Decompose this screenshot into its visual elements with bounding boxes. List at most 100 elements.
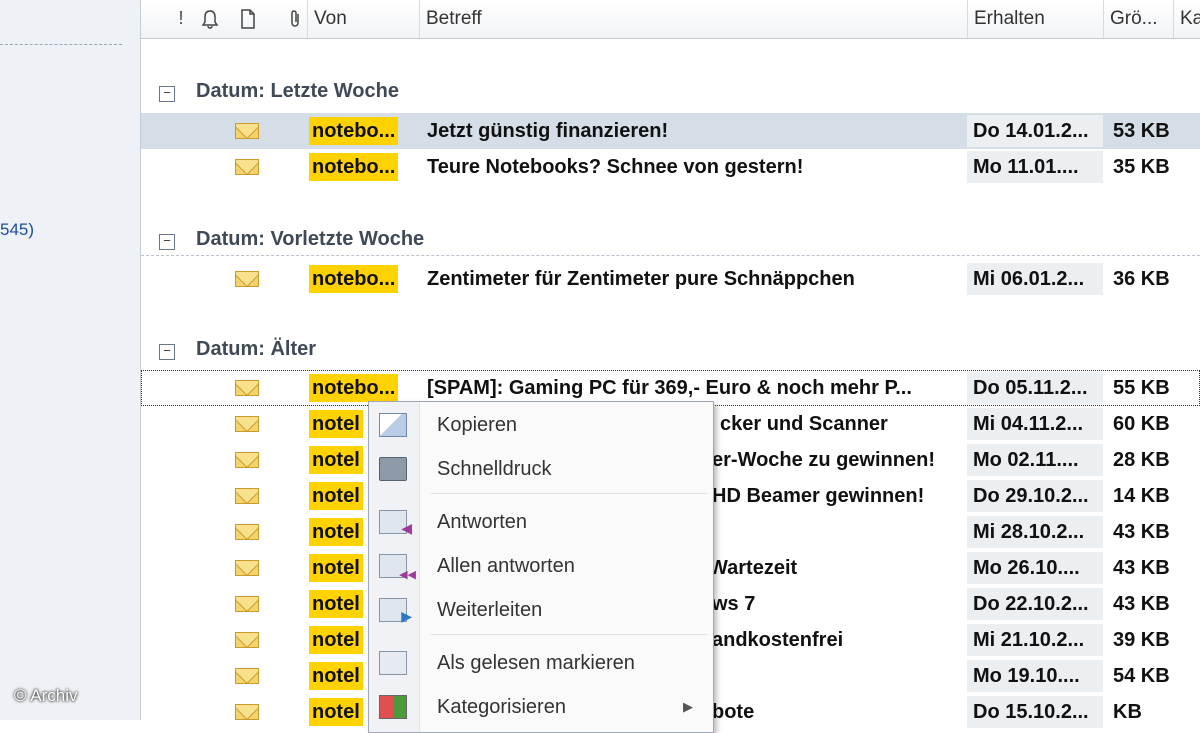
received-date: Do 29.10.2... bbox=[967, 480, 1103, 512]
sender: notel bbox=[309, 698, 363, 726]
envelope-icon bbox=[235, 488, 259, 504]
bell-icon[interactable] bbox=[195, 8, 225, 30]
table-row[interactable]: notebo... Zentimeter für Zentimeter pure… bbox=[141, 261, 1200, 297]
subject: andkostenfrei bbox=[712, 629, 844, 651]
message-size: 43 KB bbox=[1113, 521, 1170, 543]
envelope-icon bbox=[235, 159, 259, 175]
menu-item-label: Schnelldruck bbox=[437, 458, 552, 480]
received-date: Mi 28.10.2... bbox=[967, 516, 1103, 548]
nav-divider bbox=[0, 44, 122, 45]
received-date: Mi 21.10.2... bbox=[967, 624, 1103, 656]
category-column-header[interactable]: Ka bbox=[1173, 0, 1200, 38]
subject bbox=[712, 658, 967, 694]
menu-item-label: Antworten bbox=[437, 511, 528, 533]
envelope-icon bbox=[235, 271, 259, 287]
copy-icon bbox=[379, 413, 407, 437]
message-size: 43 KB bbox=[1113, 593, 1170, 615]
sender: notel bbox=[309, 590, 363, 618]
size-column-header[interactable]: Grö... bbox=[1103, 0, 1173, 38]
menu-item-label: Kategorisieren bbox=[437, 696, 566, 718]
received-date: Do 22.10.2... bbox=[967, 588, 1103, 620]
group-label: Datum: Vorletzte Woche bbox=[196, 228, 425, 250]
menu-item-copy[interactable]: Kopieren bbox=[369, 405, 713, 445]
envelope-icon bbox=[235, 668, 259, 684]
subject-column-header[interactable]: Betreff bbox=[419, 0, 967, 38]
table-row[interactable]: notebo... Teure Notebooks? Schnee von ge… bbox=[141, 149, 1200, 185]
forward-icon bbox=[379, 598, 412, 625]
envelope-icon bbox=[235, 380, 259, 396]
message-size: 14 KB bbox=[1113, 485, 1170, 507]
menu-item-label: Weiterleiten bbox=[437, 599, 543, 621]
collapse-icon[interactable]: − bbox=[159, 234, 175, 250]
subject: Teure Notebooks? Schnee von gestern! bbox=[427, 156, 804, 178]
envelope-icon bbox=[235, 524, 259, 540]
subject: Wartezeit bbox=[709, 557, 798, 579]
envelope-icon bbox=[235, 704, 259, 720]
sender: notel bbox=[309, 410, 363, 438]
group-divider bbox=[141, 255, 1200, 256]
subject: HD Beamer gewinnen! bbox=[712, 485, 925, 507]
subject: bote bbox=[712, 701, 755, 723]
message-size: 53 KB bbox=[1113, 120, 1170, 142]
subject: cker und Scanner bbox=[720, 413, 888, 435]
message-size: 39 KB bbox=[1113, 629, 1170, 651]
from-column-header[interactable]: Von bbox=[307, 0, 419, 38]
group-label: Datum: Letzte Woche bbox=[196, 80, 399, 102]
message-size: 36 KB bbox=[1113, 268, 1170, 290]
menu-item-reply-all[interactable]: Allen antworten bbox=[369, 546, 713, 586]
message-size: 54 KB bbox=[1113, 665, 1170, 687]
folder-unread-count[interactable]: 545) bbox=[0, 220, 34, 240]
context-menu[interactable]: Kopieren Schnelldruck Antworten Allen an… bbox=[368, 401, 714, 733]
message-size: 60 KB bbox=[1113, 413, 1170, 435]
subject: er-Woche zu gewinnen! bbox=[712, 449, 935, 471]
printer-icon bbox=[379, 457, 407, 481]
group-header[interactable]: − Datum: Vorletzte Woche bbox=[141, 228, 1200, 258]
paperclip-icon[interactable] bbox=[283, 8, 309, 30]
sender: notel bbox=[309, 662, 363, 690]
envelope-icon bbox=[235, 632, 259, 648]
table-row[interactable]: notebo... Jetzt günstig finanzieren! Do … bbox=[141, 113, 1200, 149]
menu-item-quick-print[interactable]: Schnelldruck bbox=[369, 449, 713, 489]
menu-item-mark-read[interactable]: Als gelesen markieren bbox=[369, 643, 713, 683]
sender: notel bbox=[309, 482, 363, 510]
categorize-icon bbox=[379, 695, 407, 719]
column-header-bar: ! Von Betreff Erhalten Grö... Ka bbox=[141, 0, 1200, 39]
document-icon[interactable] bbox=[233, 8, 263, 30]
received-date: Do 15.10.2... bbox=[967, 696, 1103, 728]
group-header[interactable]: − Datum: Letzte Woche bbox=[141, 80, 1200, 110]
received-date: Mi 06.01.2... bbox=[967, 263, 1103, 295]
menu-item-reply[interactable]: Antworten bbox=[369, 502, 713, 542]
envelope-icon bbox=[235, 560, 259, 576]
collapse-icon[interactable]: − bbox=[159, 86, 175, 102]
group-header[interactable]: − Datum: Älter bbox=[141, 338, 1200, 368]
message-size: 35 KB bbox=[1113, 156, 1170, 178]
received-date: Do 14.01.2... bbox=[967, 115, 1103, 147]
sender: notel bbox=[309, 518, 363, 546]
menu-item-categorize[interactable]: Kategorisieren ▶ bbox=[369, 687, 713, 727]
importance-column-header[interactable]: ! bbox=[175, 8, 187, 30]
menu-item-label: Kopieren bbox=[437, 414, 518, 436]
menu-item-label: Als gelesen markieren bbox=[437, 652, 635, 674]
sender: notebo... bbox=[309, 374, 399, 402]
received-date: Do 05.11.2... bbox=[967, 372, 1103, 404]
received-date: Mo 02.11.... bbox=[967, 444, 1103, 476]
reply-all-icon bbox=[379, 554, 416, 581]
received-date: Mi 04.11.2... bbox=[967, 408, 1103, 440]
subject: ws 7 bbox=[712, 593, 756, 615]
collapse-icon[interactable]: − bbox=[159, 344, 175, 360]
message-size: 43 KB bbox=[1113, 557, 1170, 579]
sender: notebo... bbox=[309, 117, 399, 145]
envelope-icon bbox=[235, 416, 259, 432]
group-label: Datum: Älter bbox=[196, 338, 317, 360]
subject bbox=[712, 514, 967, 550]
sender: notel bbox=[309, 446, 363, 474]
envelope-icon bbox=[235, 123, 259, 139]
received-date: Mo 26.10.... bbox=[967, 552, 1103, 584]
received-column-header[interactable]: Erhalten bbox=[967, 0, 1103, 38]
menu-item-forward[interactable]: Weiterleiten bbox=[369, 590, 713, 630]
mark-read-icon bbox=[379, 651, 407, 675]
menu-separator bbox=[431, 634, 707, 635]
copyright-watermark: © Archiv bbox=[14, 686, 78, 705]
reply-icon bbox=[379, 510, 412, 537]
message-size: KB bbox=[1113, 701, 1142, 723]
